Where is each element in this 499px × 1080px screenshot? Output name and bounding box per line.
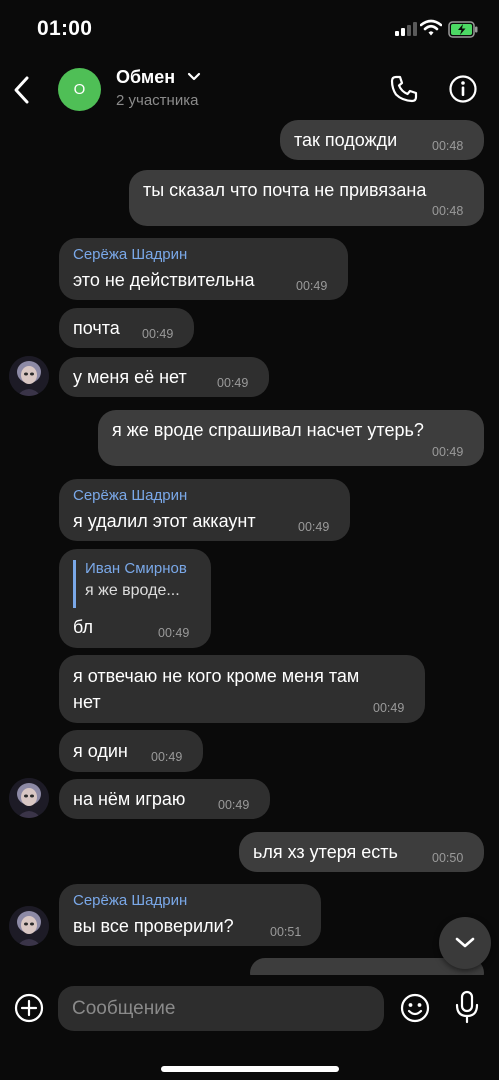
microphone-icon[interactable]: [453, 989, 481, 1025]
chat-header: О Обмен 2 участника: [0, 56, 499, 122]
chevron-down-icon[interactable]: [187, 72, 201, 82]
user-avatar[interactable]: [9, 906, 49, 946]
message-text: ты сказал что почта не привязана: [143, 180, 427, 200]
message-time: 00:48: [432, 204, 464, 218]
avatar-image: [9, 778, 49, 818]
battery-charging-icon: [448, 21, 478, 38]
message-text: на нём играю: [73, 789, 186, 809]
message-time: 00:49: [373, 701, 405, 715]
avatar-image: [9, 906, 49, 946]
message-time: 00:49: [432, 445, 464, 459]
message-input[interactable]: [58, 986, 384, 1031]
reply-sender: Иван Смирнов: [85, 560, 187, 577]
status-bar: 01:00: [0, 0, 499, 56]
avatar-image: [9, 356, 49, 396]
message-time: 00:49: [298, 520, 330, 534]
message-text: я удалил этот аккаунт: [73, 511, 256, 531]
message-time: 00:49: [142, 327, 174, 341]
message-text: я один: [73, 741, 128, 761]
message-time: 00:49: [296, 279, 328, 293]
message-bubble-incoming[interactable]: Серёжа Шадрин я удалил этот аккаунт 00:4…: [59, 479, 350, 541]
message-bubble-outgoing[interactable]: так подожди 00:48: [280, 120, 484, 160]
message-time: 00:49: [217, 376, 249, 390]
message-time: 00:49: [158, 626, 190, 640]
message-composer: [0, 975, 499, 1080]
message-bubble-incoming[interactable]: у меня её нет 00:49: [59, 357, 269, 397]
info-icon[interactable]: [448, 74, 478, 104]
phone-icon[interactable]: [388, 73, 420, 105]
message-text: вы все проверили?: [73, 916, 234, 936]
message-time: 00:49: [218, 798, 250, 812]
message-text: нет: [73, 692, 101, 712]
status-time: 01:00: [37, 17, 93, 40]
plus-icon[interactable]: [13, 992, 45, 1024]
message-bubble-incoming[interactable]: я отвечаю не кого кроме меня там нет 00:…: [59, 655, 425, 723]
message-time: 00:50: [432, 851, 464, 865]
message-time: 00:51: [270, 925, 302, 939]
message-bubble-incoming[interactable]: Серёжа Шадрин вы все проверили? 00:51: [59, 884, 321, 946]
back-chevron-icon[interactable]: [8, 72, 36, 108]
wifi-icon: [420, 19, 442, 36]
message-text: так подожди: [294, 130, 398, 150]
group-avatar-letter: О: [73, 81, 86, 98]
message-text: я же вроде спрашивал насчет утерь?: [112, 420, 424, 440]
reply-quote[interactable]: Иван Смирнов я же вроде...: [73, 560, 203, 608]
message-sender[interactable]: Серёжа Шадрин: [73, 892, 187, 909]
message-text: это не действительна: [73, 270, 255, 290]
scroll-to-bottom-button[interactable]: [439, 917, 491, 969]
message-time: 00:48: [432, 139, 464, 153]
message-bubble-outgoing[interactable]: ьля хз утеря есть 00:50: [239, 832, 484, 872]
message-sender[interactable]: Серёжа Шадрин: [73, 487, 187, 504]
message-bubble-incoming[interactable]: Иван Смирнов я же вроде... бл 00:49: [59, 549, 211, 648]
message-sender[interactable]: Серёжа Шадрин: [73, 246, 187, 263]
scroll-down-icon: [455, 937, 475, 948]
message-text: я отвечаю не кого кроме меня там: [73, 666, 360, 686]
message-text: бл: [73, 617, 94, 637]
message-bubble-incoming[interactable]: я один 00:49: [59, 730, 203, 772]
chat-title[interactable]: Обмен: [116, 67, 175, 88]
group-avatar[interactable]: О: [58, 68, 101, 111]
message-time: 00:49: [151, 750, 183, 764]
emoji-icon[interactable]: [399, 992, 431, 1024]
message-bubble-incoming[interactable]: на нём играю 00:49: [59, 779, 270, 819]
reply-text: я же вроде...: [85, 582, 180, 599]
chat-subtitle: 2 участника: [116, 92, 199, 109]
user-avatar[interactable]: [9, 778, 49, 818]
message-bubble-outgoing[interactable]: я же вроде спрашивал насчет утерь? 00:49: [98, 410, 484, 466]
message-bubble-outgoing[interactable]: ты сказал что почта не привязана 00:48: [129, 170, 484, 226]
cellular-signal-icon: [395, 22, 417, 36]
message-bubble-incoming[interactable]: Серёжа Шадрин это не действительна 00:49: [59, 238, 348, 300]
message-text: почта: [73, 318, 120, 338]
message-bubble-incoming[interactable]: почта 00:49: [59, 308, 194, 348]
message-text: ьля хз утеря есть: [253, 842, 398, 862]
message-text: у меня её нет: [73, 367, 187, 387]
home-indicator[interactable]: [161, 1066, 339, 1072]
user-avatar[interactable]: [9, 356, 49, 396]
